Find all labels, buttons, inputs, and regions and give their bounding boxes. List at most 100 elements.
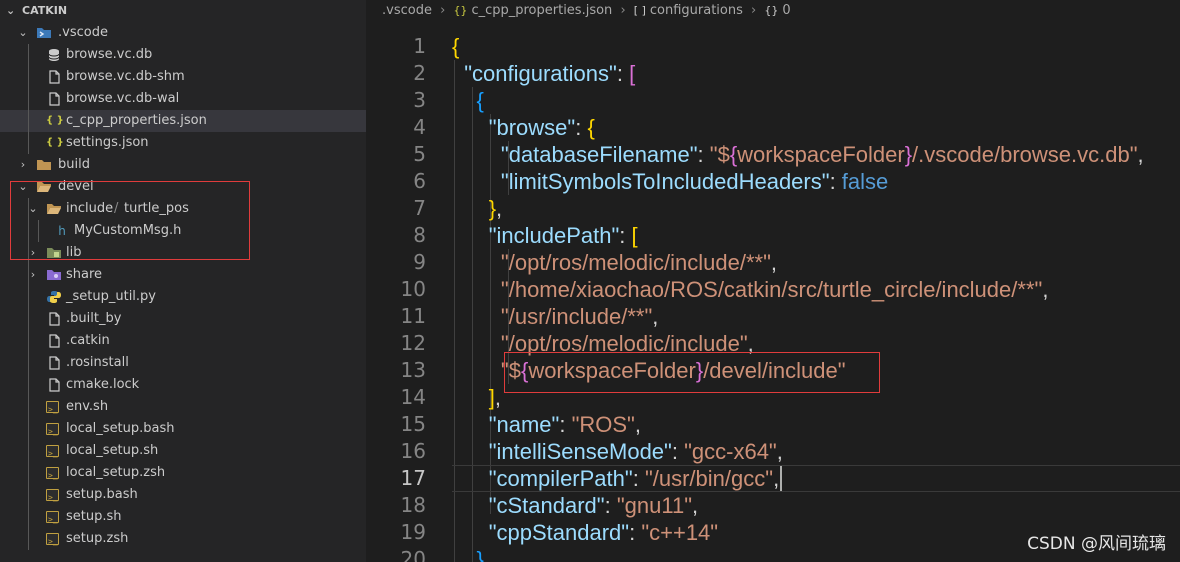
tree-item[interactable]: ⌄ include / turtle_pos <box>0 198 366 220</box>
file-icon <box>46 334 62 348</box>
shell-script-icon <box>46 509 59 531</box>
line-number: 4 <box>413 115 426 139</box>
code-line: "configurations": [ <box>464 61 636 86</box>
tree-item-label: c_cpp_properties.json <box>66 113 207 128</box>
tree-item[interactable]: h MyCustomMsg.h <box>0 220 366 242</box>
tree-item-label: local_setup.bash <box>66 421 175 436</box>
line-number: 18 <box>400 493 426 517</box>
code-line: "limitSymbolsToIncludedHeaders": false <box>500 169 889 194</box>
breadcrumb-folder[interactable]: .vscode <box>382 3 432 18</box>
chevron-down-icon[interactable]: ⌄ <box>16 176 30 198</box>
file-icon <box>46 378 62 392</box>
header-file-icon: h <box>58 224 66 238</box>
line-number: 10 <box>400 277 426 301</box>
tree-item[interactable]: local_setup.zsh <box>0 462 366 487</box>
line-number: 14 <box>400 385 426 409</box>
json-file-icon: {} <box>453 4 468 17</box>
tree-item-label: setup.sh <box>66 509 122 524</box>
file-icon <box>46 356 62 370</box>
breadcrumb-file[interactable]: c_cpp_properties.json <box>471 3 612 18</box>
tree-indent-guide <box>28 440 29 462</box>
tree-item-label: settings.json <box>66 135 149 150</box>
chevron-down-icon: ⌄ <box>6 4 16 17</box>
object-icon: {} <box>764 4 779 17</box>
chevron-right-icon[interactable]: › <box>26 242 40 264</box>
tree-item[interactable]: ⌄ devel <box>0 176 366 198</box>
breadcrumb-index[interactable]: 0 <box>782 3 790 18</box>
tree-indent-guide <box>28 462 29 484</box>
line-number: 3 <box>413 88 426 112</box>
explorer-sidebar: ⌄ CATKIN ⌄ .vscode browse.vc.db browse.vc.d… <box>0 0 366 562</box>
tree-item-label: include <box>66 201 114 216</box>
file-icon <box>46 70 62 84</box>
text-cursor <box>780 466 783 491</box>
tree-item[interactable]: setup.bash <box>0 484 366 509</box>
tree-item-label: env.sh <box>66 399 109 414</box>
code-line: { <box>452 34 460 59</box>
chevron-down-icon[interactable]: ⌄ <box>16 22 30 44</box>
tree-item[interactable]: .built_by <box>0 308 366 330</box>
tree-item-label: turtle_pos <box>124 201 189 216</box>
code-line: "/usr/include/**", <box>500 304 659 329</box>
tree-item[interactable]: ⌄ .vscode <box>0 22 366 44</box>
breadcrumb-array[interactable]: configurations <box>650 3 743 18</box>
tree-item-label: MyCustomMsg.h <box>74 223 182 238</box>
line-number: 8 <box>413 223 426 247</box>
line-number: 15 <box>400 412 426 436</box>
shell-script-icon <box>46 487 59 509</box>
tree-item[interactable]: local_setup.sh <box>0 440 366 465</box>
tree-item-label: browse.vc.db-wal <box>66 91 180 106</box>
chevron-right-icon[interactable]: › <box>16 154 30 176</box>
tree-indent-guide <box>28 374 29 396</box>
explorer-section-header[interactable]: ⌄ CATKIN <box>0 0 366 22</box>
vscode-folder-icon <box>36 26 52 40</box>
tree-item[interactable]: browse.vc.db-wal <box>0 88 366 110</box>
line-number: 19 <box>400 520 426 544</box>
tree-item-label: browse.vc.db-shm <box>66 69 185 84</box>
tree-indent-guide <box>28 220 29 242</box>
code-line: "intelliSenseMode": "gcc-x64", <box>488 439 783 464</box>
tree-item[interactable]: .catkin <box>0 330 366 352</box>
tree-item[interactable]: setup.sh <box>0 506 366 531</box>
code-line: }, <box>488 196 503 221</box>
tree-item-label: devel <box>58 179 94 194</box>
array-icon: [ ] <box>633 4 646 17</box>
tree-indent-guide <box>28 286 29 308</box>
chevron-right-icon: › <box>440 3 446 18</box>
line-number: 6 <box>413 169 426 193</box>
chevron-down-icon[interactable]: ⌄ <box>26 198 40 220</box>
tree-item[interactable]: local_setup.bash <box>0 418 366 443</box>
chevron-right-icon[interactable]: › <box>26 264 40 286</box>
tree-item[interactable]: cmake.lock <box>0 374 366 396</box>
tree-item[interactable]: _setup_util.py <box>0 286 366 308</box>
folder-open-icon <box>36 180 52 194</box>
tree-item[interactable]: browse.vc.db <box>0 44 366 66</box>
tree-item[interactable]: browse.vc.db-shm <box>0 66 366 88</box>
line-number: 11 <box>400 304 426 328</box>
tree-item-label: setup.zsh <box>66 531 129 546</box>
line-number: 9 <box>413 250 426 274</box>
tree-item[interactable]: › build <box>0 154 366 176</box>
json-file-icon: { } <box>46 137 64 148</box>
code-line: { <box>476 88 484 113</box>
line-number: 16 <box>400 439 426 463</box>
code-line: "includePath": [ <box>488 223 638 248</box>
tree-item[interactable]: › lib <box>0 242 366 264</box>
tree-indent-guide <box>28 132 29 154</box>
tree-item[interactable]: { } settings.json <box>0 132 366 154</box>
json-file-icon: { } <box>46 115 64 126</box>
lib-folder-icon <box>46 246 62 260</box>
tree-indent-guide <box>28 330 29 352</box>
tree-indent-guide <box>28 484 29 506</box>
code-line: "name": "ROS", <box>488 412 641 437</box>
tree-item[interactable]: › share <box>0 264 366 286</box>
code-line: "cppStandard": "c++14" <box>488 520 719 545</box>
tree-item[interactable]: { } c_cpp_properties.json <box>0 110 366 132</box>
tree-item[interactable]: setup.zsh <box>0 528 366 553</box>
tree-indent-guide <box>28 352 29 374</box>
tree-indent-guide <box>28 308 29 330</box>
database-icon <box>46 48 62 62</box>
code-line: "browse": { <box>488 115 595 140</box>
tree-item[interactable]: env.sh <box>0 396 366 421</box>
tree-item[interactable]: .rosinstall <box>0 352 366 374</box>
